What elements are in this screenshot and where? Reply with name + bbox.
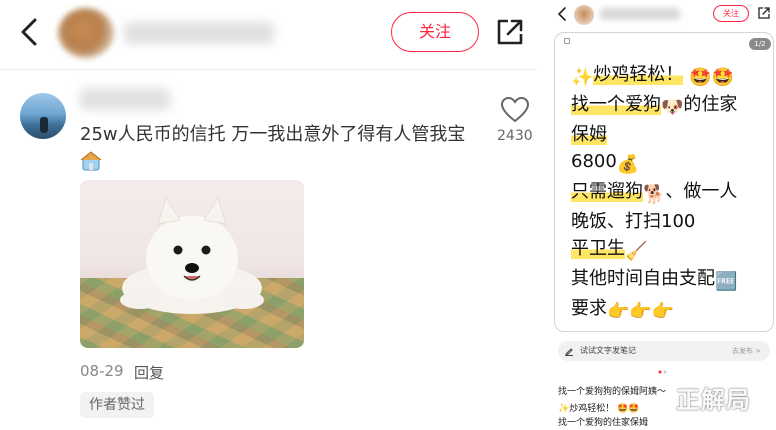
card-text-line: 6800 — [571, 151, 617, 172]
card-text-line: 保姆 — [571, 124, 607, 145]
carousel-dots — [658, 370, 667, 374]
comment-body: 25w人民币的信托 万一我出意外了得有人管我宝 — [80, 124, 466, 145]
author-avatar[interactable] — [58, 8, 114, 58]
author-name-blurred — [600, 8, 680, 20]
commenter-name-blurred — [80, 88, 170, 110]
back-icon[interactable] — [14, 14, 46, 50]
pointing-hand-icon: 👉👉👉 — [607, 301, 675, 322]
card-line-6: 晚饭、打扫100 — [571, 208, 771, 235]
card-line-8: 其他时间自由支配🆓 — [571, 265, 771, 295]
watermark: 正解局 — [676, 386, 751, 414]
follow-button[interactable]: 关注 — [713, 5, 749, 22]
card-line-4: 6800💰 — [571, 148, 771, 178]
author-name-blurred — [124, 22, 274, 44]
top-bar: 关注 — [0, 0, 538, 70]
card-text-line: 只需遛狗 — [571, 181, 643, 202]
reply-link[interactable]: 回复 — [134, 362, 164, 383]
card-text-line: 找一个爱狗 — [571, 94, 661, 115]
right-screenshot: 关注 1/2 ✨炒鸡轻松！ 🤩🤩 找一个爱狗🐶的住家 保姆 6800💰 只需遛狗… — [540, 0, 776, 430]
compose-placeholder: 试试文字发笔记 — [580, 346, 636, 355]
note-title: 找一个爱狗狗的保姆阿姨～ — [558, 387, 667, 397]
card-text: ✨炒鸡轻松！ 🤩🤩 找一个爱狗🐶的住家 保姆 6800💰 只需遛狗🐕、做一人 晚… — [571, 61, 771, 325]
pen-icon — [565, 348, 573, 356]
comment-text: 25w人民币的信托 万一我出意外了得有人管我宝 — [80, 121, 480, 177]
publish-link[interactable]: 去发布 > — [732, 346, 761, 356]
commenter-avatar[interactable] — [20, 93, 66, 139]
sparkle-icon: ✨ — [571, 67, 594, 88]
card-line-2: 找一个爱狗🐶的住家 — [571, 91, 771, 121]
comment-photo[interactable] — [80, 180, 304, 348]
card-text-line: 、做一人 — [665, 181, 738, 202]
money-bag-icon: 💰 — [616, 154, 640, 175]
card-text-line: 、打扫100 — [607, 211, 696, 232]
card-text-line: 其他时间自由支配 — [571, 268, 715, 289]
note-body-line: 找一个爱狗的住家保姆 — [558, 418, 649, 428]
dog-face-icon: 🐶 — [661, 97, 684, 118]
share-icon[interactable] — [494, 16, 526, 48]
card-text-line: 炒鸡轻松！ — [593, 64, 684, 85]
card-text-line: 要求 — [571, 298, 607, 319]
heart-icon[interactable] — [500, 96, 530, 124]
share-icon[interactable] — [757, 6, 771, 20]
note-body-line: ✨炒鸡轻松！ 🤩🤩 — [558, 404, 640, 414]
card-line-5: 只需遛狗🐕、做一人 — [571, 178, 771, 208]
card-text-line: 的住家 — [683, 94, 738, 115]
house-emoji-icon — [80, 151, 102, 171]
left-screenshot: 关注 25w人民币的信托 万一我出意外了得有人管我宝 2430 08-29 回复… — [0, 0, 538, 430]
free-badge-icon: 🆓 — [715, 271, 738, 292]
card-line-1: ✨炒鸡轻松！ 🤩🤩 — [571, 61, 771, 91]
star-eyes-emoji-icon: 🤩🤩 — [689, 67, 734, 88]
card-line-3: 保姆 — [571, 121, 771, 148]
compose-input[interactable]: 试试文字发笔记 去发布 > — [558, 341, 770, 361]
author-avatar[interactable] — [574, 5, 594, 25]
back-icon[interactable] — [557, 7, 567, 21]
comment-date: 08-29 — [80, 362, 124, 380]
image-pager: 1/2 — [749, 38, 771, 50]
note-image-card[interactable]: 1/2 ✨炒鸡轻松！ 🤩🤩 找一个爱狗🐶的住家 保姆 6800💰 只需遛狗🐕、做… — [554, 32, 774, 332]
dog-icon: 🐕 — [643, 184, 666, 205]
card-text-line: 平卫生 — [571, 238, 625, 259]
samoyed-dog — [120, 196, 264, 314]
card-line-7: 平卫生🧹 — [571, 235, 771, 265]
broom-icon: 🧹 — [625, 241, 648, 262]
card-line-9: 要求👉👉👉 — [571, 295, 771, 325]
card-corner-icon — [564, 38, 570, 44]
like-count: 2430 — [497, 128, 533, 144]
follow-button[interactable]: 关注 — [391, 12, 479, 52]
author-liked-badge: 作者赞过 — [80, 392, 154, 418]
card-text-line: 晚饭 — [571, 211, 607, 232]
